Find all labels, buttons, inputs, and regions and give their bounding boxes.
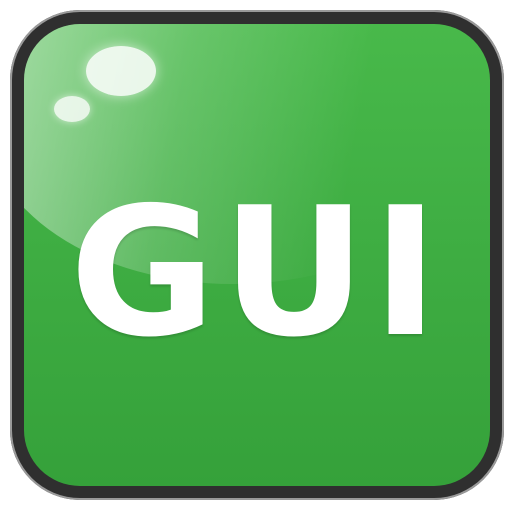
screenshot-canvas: GUI (0, 0, 512, 512)
shine-highlight-small (54, 96, 90, 122)
shine-highlight-large (86, 46, 156, 96)
icon-face: GUI (24, 24, 490, 486)
gui-app-icon[interactable]: GUI (10, 10, 504, 500)
icon-label: GUI (69, 169, 445, 376)
